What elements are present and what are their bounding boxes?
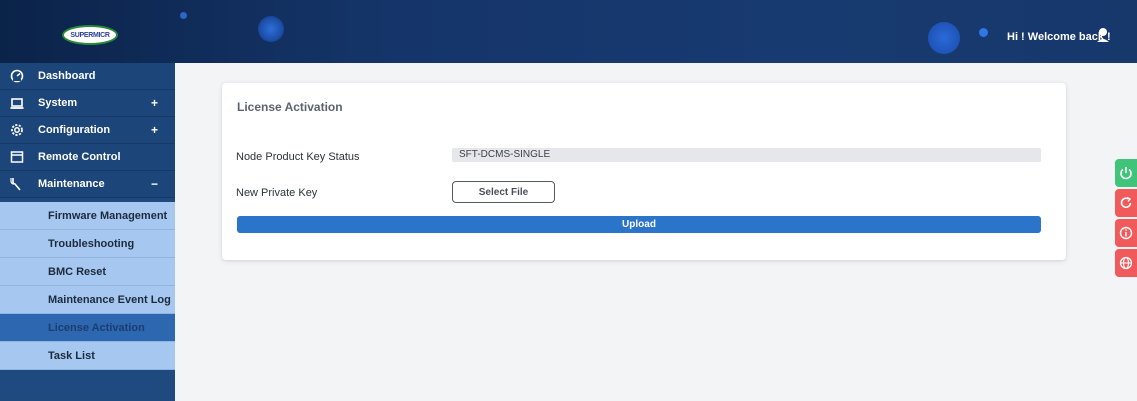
supermicro-logo: SUPERMICR — [62, 25, 118, 45]
sidebar-item-label: Maintenance — [38, 178, 105, 190]
power-icon — [1120, 167, 1132, 180]
expand-toggle[interactable]: + — [151, 123, 158, 137]
sidebar-subitem-maintenance-event-log[interactable]: Maintenance Event Log — [0, 286, 175, 314]
decor-orb — [928, 22, 960, 54]
sidebar-item-maintenance[interactable]: Maintenance − — [0, 171, 175, 198]
status-label: Node Product Key Status — [236, 151, 360, 163]
dashboard-icon — [10, 69, 24, 83]
user-icon[interactable] — [1096, 27, 1110, 43]
sidebar-item-label: System — [38, 97, 78, 109]
product-key-status-field: SFT-DCMS-SINGLE — [452, 148, 1041, 162]
globe-icon — [1119, 256, 1133, 270]
app-window: SUPERMICR Hi ! Welcome back ! Dashboard … — [0, 0, 1137, 401]
sidebar-item-system[interactable]: System + — [0, 90, 175, 117]
decor-dot — [180, 12, 187, 19]
info-button[interactable] — [1115, 219, 1137, 247]
sidebar-item-remote-control[interactable]: Remote Control — [0, 144, 175, 171]
sidebar-subitem-firmware-management[interactable]: Firmware Management — [0, 202, 175, 230]
expand-toggle[interactable]: + — [151, 96, 158, 110]
gear-icon — [10, 123, 24, 137]
info-icon — [1119, 226, 1133, 240]
sidebar-item-label: Remote Control — [38, 151, 121, 163]
window-icon — [10, 150, 24, 164]
decor-dot — [979, 28, 988, 37]
top-header: SUPERMICR Hi ! Welcome back ! — [0, 0, 1137, 63]
license-activation-card: License Activation Node Product Key Stat… — [222, 83, 1066, 260]
sidebar-item-label: Configuration — [38, 124, 111, 136]
sidebar-item-label: Dashboard — [38, 70, 96, 82]
collapse-toggle[interactable]: − — [151, 177, 158, 191]
sidebar-subitem-troubleshooting[interactable]: Troubleshooting — [0, 230, 175, 258]
sidebar-item-dashboard[interactable]: Dashboard — [0, 63, 175, 90]
refresh-icon — [1120, 196, 1132, 209]
sidebar-subitem-bmc-reset[interactable]: BMC Reset — [0, 258, 175, 286]
private-key-label: New Private Key — [236, 187, 318, 199]
select-file-button[interactable]: Select File — [452, 181, 555, 203]
wrench-icon — [10, 177, 24, 191]
sidebar: Dashboard System + Configuration + Remot… — [0, 63, 175, 401]
sidebar-subitem-task-list[interactable]: Task List — [0, 342, 175, 370]
page-title: License Activation — [237, 100, 343, 114]
refresh-button[interactable] — [1115, 189, 1137, 217]
sidebar-item-configuration[interactable]: Configuration + — [0, 117, 175, 144]
decor-orb — [258, 16, 284, 42]
power-button[interactable] — [1115, 159, 1137, 187]
language-button[interactable] — [1115, 249, 1137, 277]
sidebar-subitem-license-activation[interactable]: License Activation — [0, 314, 175, 342]
upload-button[interactable]: Upload — [237, 216, 1041, 233]
laptop-icon — [10, 96, 24, 110]
